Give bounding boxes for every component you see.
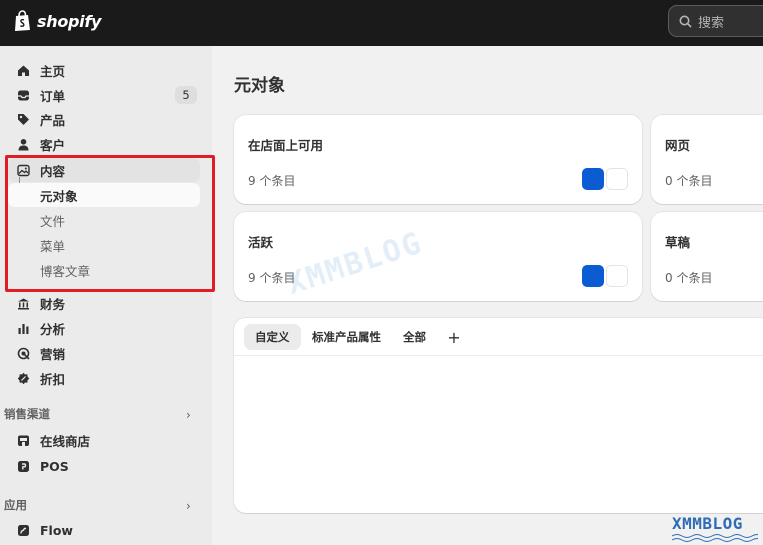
sidebar-item-online-store[interactable]: 在线商店: [8, 428, 200, 452]
top-bar: shopify 搜索: [0, 0, 763, 46]
shopify-logo[interactable]: shopify: [13, 10, 101, 32]
orders-count-badge: 5: [175, 86, 197, 104]
sidebar-item-pos[interactable]: POS: [8, 454, 200, 478]
sidebar: 主页 订单 5 产品 客户 内容 元对象 文件 菜单 博客文章 财务 分析 营销…: [0, 46, 212, 545]
card-webpages[interactable]: 网页 0 个条目: [651, 115, 763, 204]
home-icon: [16, 63, 30, 77]
card-title: 活跃: [248, 235, 274, 250]
sidebar-item-products[interactable]: 产品: [8, 107, 200, 131]
search-icon: [679, 15, 692, 28]
tab-standard-product-attributes[interactable]: 标准产品属性: [301, 324, 392, 350]
card-count: 0 个条目: [665, 271, 713, 285]
sidebar-item-customers[interactable]: 客户: [8, 132, 200, 156]
sidebar-item-flow[interactable]: Flow: [8, 518, 200, 542]
red-highlight-annotation: [5, 155, 215, 292]
store-icon: [16, 433, 30, 447]
card-count: 9 个条目: [248, 174, 296, 188]
sidebar-item-finance[interactable]: 财务: [8, 291, 200, 315]
page-title: 元对象: [234, 76, 285, 96]
sidebar-item-analytics[interactable]: 分析: [8, 316, 200, 340]
status-blue-swatch: [582, 265, 604, 287]
pos-icon: [16, 459, 30, 473]
chevron-right-icon[interactable]: ›: [186, 499, 191, 513]
bar-chart-icon: [16, 321, 30, 335]
sidebar-item-marketing[interactable]: 营销: [8, 341, 200, 365]
card-title: 在店面上可用: [248, 138, 324, 153]
add-tab-button[interactable]: +: [444, 324, 464, 350]
search-input[interactable]: 搜索: [668, 5, 763, 37]
sidebar-item-orders[interactable]: 订单 5: [8, 83, 200, 107]
flow-icon: [16, 523, 30, 537]
shopify-bag-icon: [15, 10, 30, 31]
status-white-swatch: [606, 265, 628, 287]
tabs-bar: 自定义 标准产品属性 全部 +: [234, 318, 763, 356]
card-drafts[interactable]: 草稿 0 个条目: [651, 212, 763, 301]
sidebar-item-home[interactable]: 主页: [8, 58, 200, 82]
target-icon: [16, 346, 30, 360]
status-white-swatch: [606, 168, 628, 190]
sidebar-item-discounts[interactable]: 折扣: [8, 366, 200, 390]
card-storefront-available[interactable]: 在店面上可用 9 个条目: [234, 115, 642, 204]
status-blue-swatch: [582, 168, 604, 190]
card-title: 草稿: [665, 235, 691, 250]
chevron-right-icon[interactable]: ›: [186, 408, 191, 422]
discount-icon: [16, 371, 30, 385]
search-placeholder: 搜索: [698, 15, 725, 31]
corner-watermark: XMMBLOG: [672, 514, 743, 533]
inbox-icon: [16, 88, 30, 102]
bank-icon: [16, 296, 30, 310]
watermark-wave-decoration: [672, 534, 758, 542]
definitions-card: 自定义 标准产品属性 全部 +: [234, 318, 763, 513]
tab-all[interactable]: 全部: [392, 324, 437, 350]
card-title: 网页: [665, 138, 691, 153]
brand-name: shopify: [37, 11, 102, 31]
tag-icon: [16, 112, 30, 126]
card-count: 0 个条目: [665, 174, 713, 188]
tab-custom[interactable]: 自定义: [244, 324, 301, 350]
apps-heading: 应用: [4, 498, 27, 512]
person-icon: [16, 137, 30, 151]
sales-channels-heading: 销售渠道: [4, 407, 50, 421]
